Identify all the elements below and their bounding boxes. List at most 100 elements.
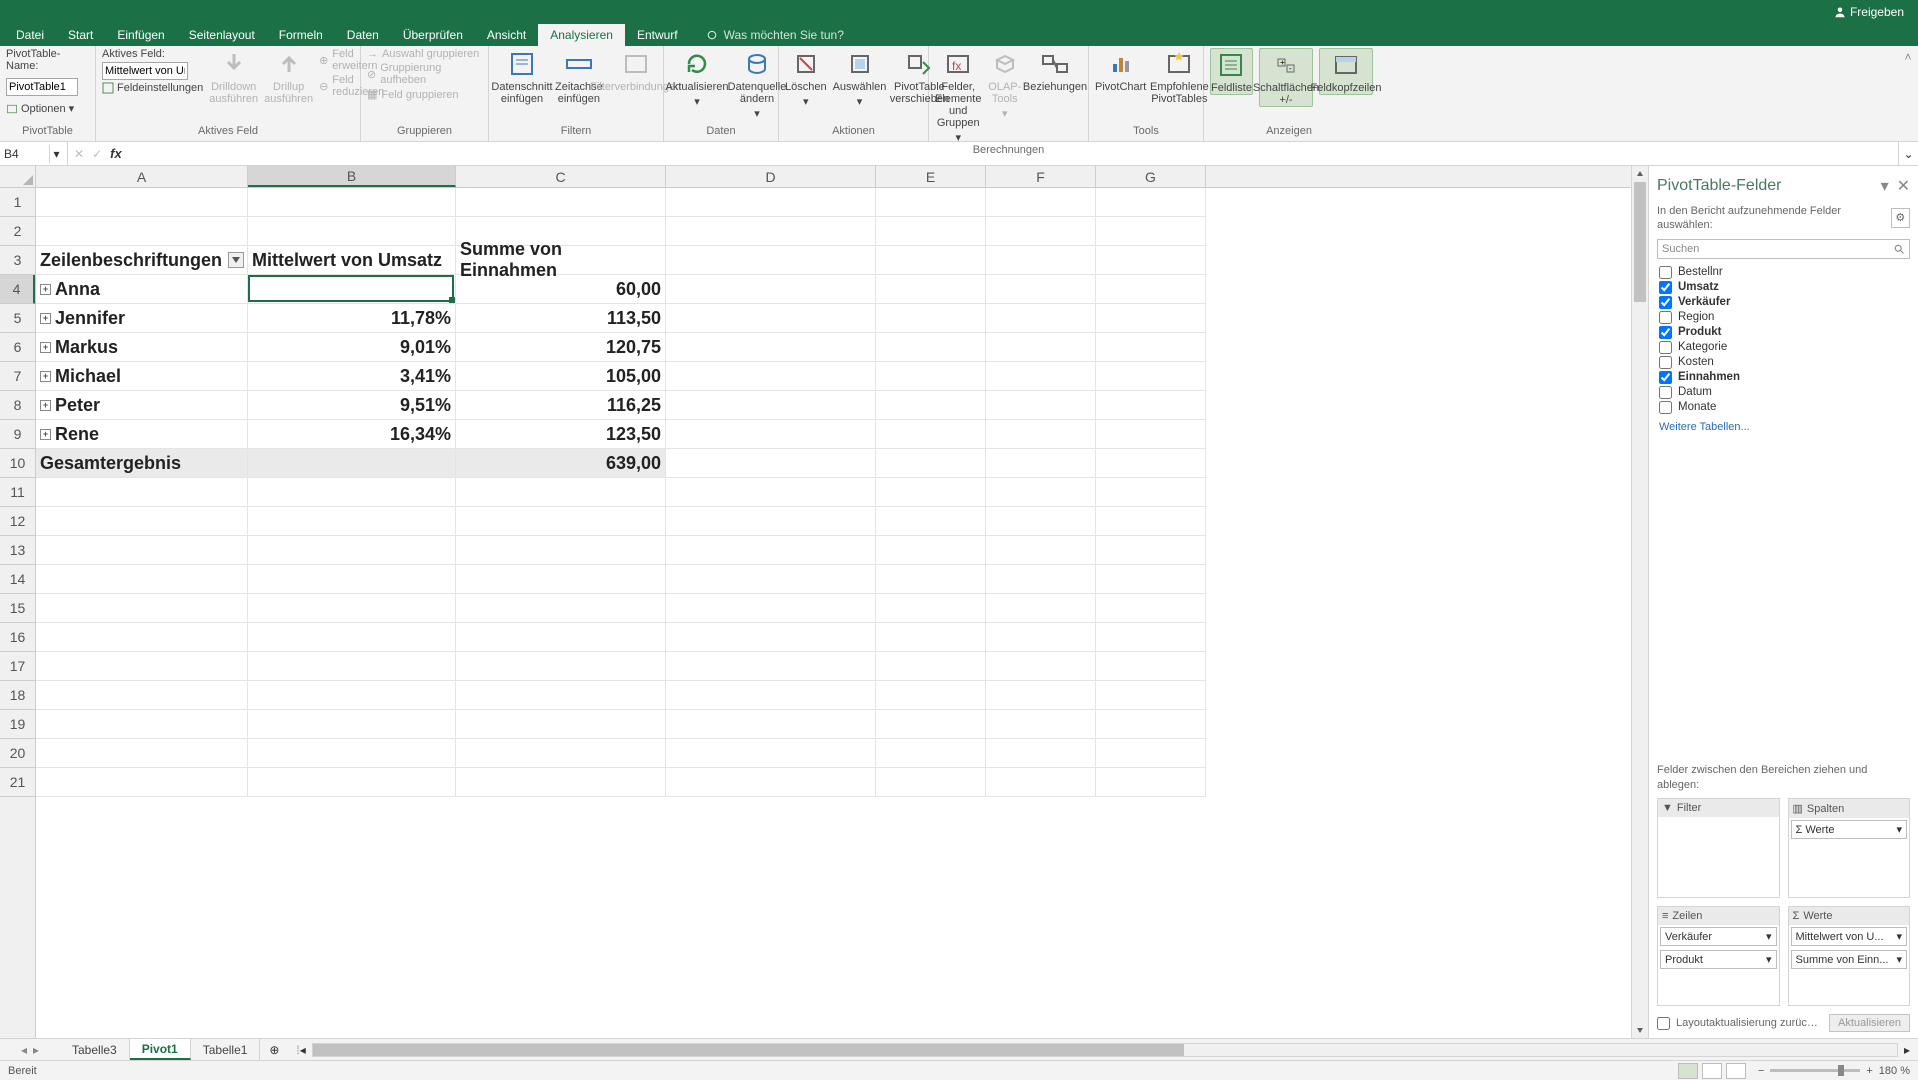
zoom-slider[interactable] [1770,1069,1860,1072]
cell[interactable] [36,623,248,652]
sheet-tab[interactable]: Tabelle1 [191,1039,261,1060]
cell[interactable]: +Anna [36,275,248,304]
cell[interactable] [986,652,1096,681]
cell[interactable]: Gesamtergebnis [36,449,248,478]
row-header[interactable]: 8 [0,391,35,420]
field-item[interactable]: Kategorie [1657,340,1910,355]
field-item[interactable]: Kosten [1657,355,1910,370]
zoom-level[interactable]: 180 % [1879,1065,1910,1077]
cell[interactable] [876,420,986,449]
cell[interactable] [666,594,876,623]
cell[interactable] [456,536,666,565]
cell[interactable] [986,275,1096,304]
cell[interactable] [36,768,248,797]
field-checkbox[interactable] [1659,296,1672,309]
row-header[interactable]: 17 [0,652,35,681]
cell[interactable] [1096,449,1206,478]
cell[interactable]: 9,51% [248,391,456,420]
sheet-nav-buttons[interactable]: ◂▸ [0,1039,60,1060]
cell[interactable] [986,478,1096,507]
defer-layout-checkbox[interactable] [1657,1017,1670,1030]
cell[interactable] [248,768,456,797]
cell[interactable] [666,188,876,217]
cell[interactable] [36,739,248,768]
cell[interactable] [36,188,248,217]
cell[interactable]: 120,75 [456,333,666,362]
cell[interactable] [1096,420,1206,449]
row-header[interactable]: 21 [0,768,35,797]
cell[interactable] [986,681,1096,710]
expand-formula-bar-button[interactable]: ⌄ [1898,142,1918,165]
cell[interactable] [456,768,666,797]
cell[interactable] [666,217,876,246]
cell[interactable] [1096,594,1206,623]
row-header[interactable]: 13 [0,536,35,565]
tab-daten[interactable]: Daten [335,24,391,46]
area-item[interactable]: Σ Werte▾ [1791,820,1908,839]
cell[interactable] [876,478,986,507]
cell[interactable]: +Rene [36,420,248,449]
row-header[interactable]: 4 [0,275,35,304]
refresh-button[interactable]: Aktualisieren▾ [670,48,724,108]
cell[interactable] [248,188,456,217]
column-header[interactable]: D [666,166,876,187]
field-item[interactable]: Verkäufer [1657,295,1910,310]
cell[interactable] [1096,739,1206,768]
cell[interactable] [986,188,1096,217]
cell[interactable]: 11,78% [248,304,456,333]
cell[interactable] [666,478,876,507]
field-item[interactable]: Monate [1657,400,1910,415]
cell[interactable]: 16,34% [248,420,456,449]
tab-start[interactable]: Start [56,24,105,46]
cell[interactable] [1096,768,1206,797]
column-header[interactable]: B [248,166,456,187]
page-layout-view-button[interactable] [1702,1063,1722,1079]
cell[interactable] [1096,507,1206,536]
column-header[interactable]: G [1096,166,1206,187]
tab-ueberpruefen[interactable]: Überprüfen [391,24,475,46]
cell[interactable] [666,391,876,420]
tab-formeln[interactable]: Formeln [267,24,335,46]
pivotchart-button[interactable]: PivotChart [1095,48,1146,93]
field-checkbox[interactable] [1659,401,1672,414]
cell[interactable] [1096,710,1206,739]
row-header[interactable]: 12 [0,507,35,536]
column-header[interactable]: F [986,166,1096,187]
cell[interactable] [1096,246,1206,275]
field-checkbox[interactable] [1659,371,1672,384]
values-area[interactable]: ΣWerte Mittelwert von U...▾ Summe von Ei… [1788,906,1911,1006]
cell[interactable] [986,304,1096,333]
row-header[interactable]: 9 [0,420,35,449]
clear-button[interactable]: Löschen▾ [785,48,827,108]
cell[interactable] [666,275,876,304]
row-header[interactable]: 7 [0,362,35,391]
cell[interactable] [986,768,1096,797]
cell[interactable] [248,565,456,594]
cell[interactable] [876,623,986,652]
tab-seitenlayout[interactable]: Seitenlayout [177,24,267,46]
cell[interactable]: +Peter [36,391,248,420]
expand-icon[interactable]: + [40,429,51,440]
cell[interactable] [986,217,1096,246]
cell[interactable] [1096,304,1206,333]
row-header[interactable]: 20 [0,739,35,768]
cell[interactable] [1096,681,1206,710]
cell[interactable] [1096,362,1206,391]
cell[interactable] [986,507,1096,536]
sheet-tab[interactable]: Pivot1 [130,1039,191,1060]
field-item[interactable]: Region [1657,310,1910,325]
cell[interactable] [876,246,986,275]
field-item[interactable]: Datum [1657,385,1910,400]
vertical-scrollbar[interactable] [1631,166,1648,1038]
cell[interactable] [876,594,986,623]
row-header[interactable]: 10 [0,449,35,478]
column-header[interactable]: C [456,166,666,187]
cell[interactable] [36,681,248,710]
cell[interactable]: 123,50 [456,420,666,449]
cell[interactable] [986,449,1096,478]
insert-slicer-button[interactable]: Datenschnitt einfügen [495,48,549,105]
rows-area[interactable]: ≡Zeilen Verkäufer▾ Produkt▾ [1657,906,1780,1006]
cell[interactable] [248,594,456,623]
cell[interactable] [876,275,986,304]
cell[interactable] [876,362,986,391]
